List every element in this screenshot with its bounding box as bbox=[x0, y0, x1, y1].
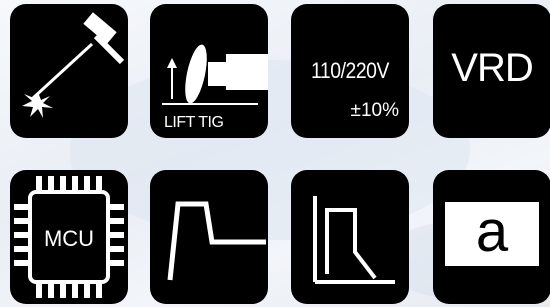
lift-tig-tile: LIFT TIG bbox=[150, 4, 268, 138]
anti-stick-label: a bbox=[475, 199, 509, 264]
anti-stick-tile: a bbox=[433, 170, 550, 304]
voltage-tolerance: ±10% bbox=[350, 100, 399, 121]
arc-force-curve-icon bbox=[313, 196, 395, 284]
vrd-tile: VRD bbox=[433, 4, 550, 138]
voltage-tile: 110/220V ±10% bbox=[291, 4, 409, 138]
mcu-tile: MCU bbox=[10, 170, 128, 304]
hot-start-tile bbox=[150, 170, 268, 304]
vrd-label: VRD bbox=[451, 46, 533, 90]
lift-tig-label: LIFT TIG bbox=[164, 114, 224, 131]
welding-torch-tile bbox=[10, 4, 128, 138]
anti-stick-box: a bbox=[445, 199, 539, 266]
mcu-label: MCU bbox=[43, 226, 95, 251]
voltage-label: 110/220V bbox=[311, 58, 389, 83]
hot-start-curve-icon bbox=[167, 201, 266, 281]
arc-force-tile bbox=[291, 170, 409, 304]
welding-torch-icon bbox=[22, 12, 125, 118]
